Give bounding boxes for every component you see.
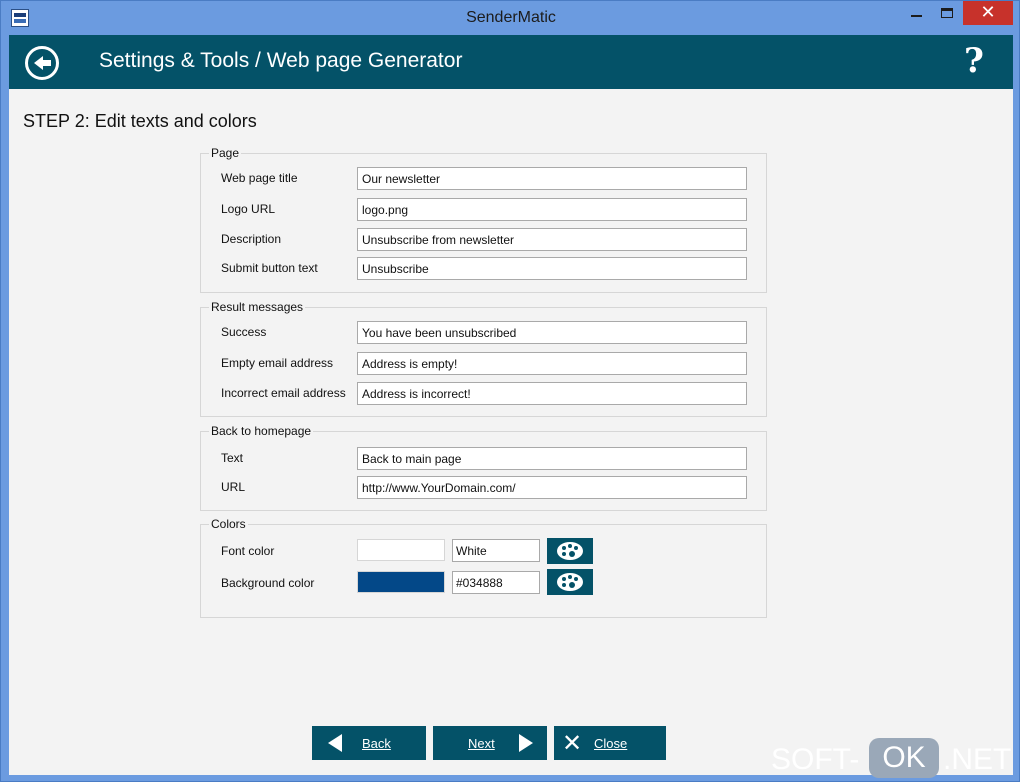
back-button-label: Back (362, 736, 391, 751)
success-message-input[interactable]: You have been unsubscribed (357, 321, 747, 344)
label-web-page-title: Web page title (221, 171, 298, 185)
empty-email-message-input[interactable]: Address is empty! (357, 352, 747, 375)
step-title: STEP 2: Edit texts and colors (23, 111, 257, 131)
label-incorrect-email: Incorrect email address (221, 386, 346, 400)
window-close-button[interactable]: ✕ (963, 1, 1013, 25)
close-icon: ✕ (980, 2, 996, 22)
label-empty-email: Empty email address (221, 356, 334, 370)
font-color-swatch[interactable] (357, 539, 445, 561)
group-results-legend: Result messages (209, 300, 306, 314)
group-result-messages: Result messages Success You have been un… (200, 300, 767, 417)
maximize-button[interactable] (935, 1, 961, 27)
arrow-right-icon (519, 734, 533, 752)
label-font-color: Font color (221, 544, 275, 558)
close-x-icon: ✕ (562, 729, 583, 757)
back-url-input[interactable]: http://www.YourDomain.com/ (357, 476, 747, 499)
incorrect-email-message-input[interactable]: Address is incorrect! (357, 382, 747, 405)
group-colors: Colors Font color White Background color… (200, 517, 767, 618)
label-submit-button-text: Submit button text (221, 261, 318, 275)
watermark-prefix: SOFT- (771, 743, 860, 776)
back-arrow-icon[interactable] (25, 46, 59, 80)
label-back-url: URL (221, 480, 246, 494)
description-input[interactable]: Unsubscribe from newsletter (357, 228, 747, 251)
font-color-palette-button[interactable] (547, 538, 593, 564)
group-colors-legend: Colors (209, 517, 248, 531)
group-page-legend: Page (209, 146, 242, 160)
label-logo-url: Logo URL (221, 202, 276, 216)
logo-url-input[interactable]: logo.png (357, 198, 747, 221)
watermark-suffix: .NET (943, 743, 1012, 776)
maximize-icon (941, 8, 953, 18)
label-back-text: Text (221, 451, 244, 465)
font-color-input[interactable]: White (452, 539, 540, 562)
arrow-left-icon (328, 734, 342, 752)
group-page: Page Web page title Our newsletter Logo … (200, 146, 767, 293)
label-description: Description (221, 232, 282, 246)
back-text-input[interactable]: Back to main page (357, 447, 747, 470)
app-window: SenderMatic ✕ Settings & Tools / Web pag… (0, 0, 1020, 782)
next-button-label: Next (468, 736, 495, 751)
background-color-input[interactable]: #034888 (452, 571, 540, 594)
next-button[interactable]: Next (433, 726, 547, 760)
close-button[interactable]: ✕ Close (554, 726, 666, 760)
watermark-ok: OK (869, 738, 939, 778)
minimize-button[interactable] (904, 1, 930, 27)
minimize-icon (911, 15, 922, 17)
help-icon[interactable]: ? (964, 41, 984, 81)
palette-icon (557, 542, 583, 560)
web-page-title-input[interactable]: Our newsletter (357, 167, 747, 190)
page-header: Settings & Tools / Web page Generator ? (9, 35, 1013, 89)
palette-icon (557, 573, 583, 591)
page-title: Settings & Tools / Web page Generator (99, 49, 463, 72)
window-title: SenderMatic (466, 9, 556, 26)
back-button[interactable]: Back (312, 726, 426, 760)
group-back-to-homepage: Back to homepage Text Back to main page … (200, 424, 767, 511)
label-success: Success (221, 325, 267, 339)
background-color-palette-button[interactable] (547, 569, 593, 595)
submit-button-text-input[interactable]: Unsubscribe (357, 257, 747, 280)
label-background-color: Background color (221, 576, 315, 590)
background-color-swatch[interactable] (357, 571, 445, 593)
group-back-legend: Back to homepage (209, 424, 314, 438)
client-area: Settings & Tools / Web page Generator ? … (9, 35, 1013, 775)
title-bar[interactable]: SenderMatic ✕ (1, 1, 1020, 35)
close-button-label: Close (594, 736, 628, 751)
